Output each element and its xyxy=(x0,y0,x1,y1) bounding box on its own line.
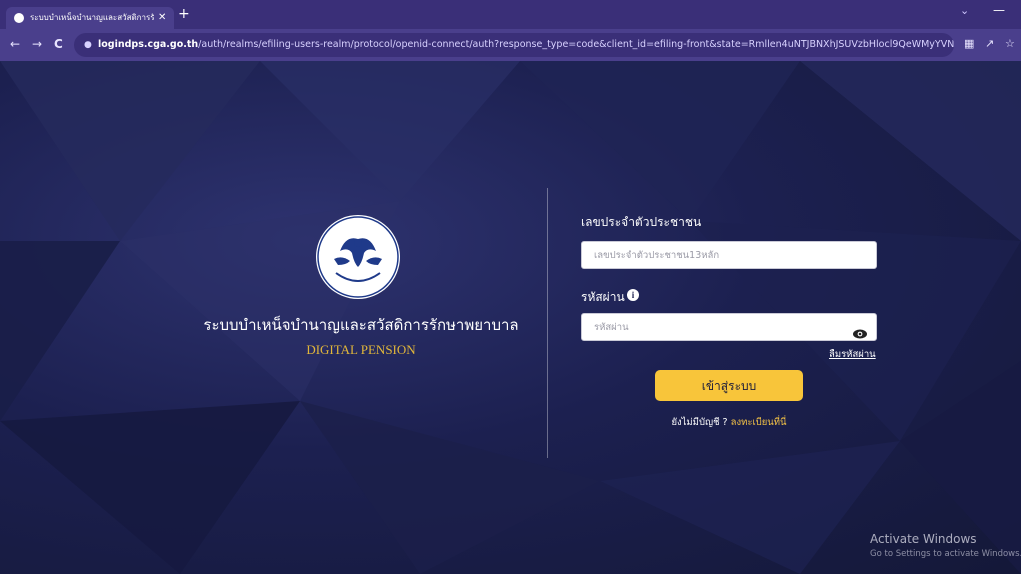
bookmark-star-icon[interactable]: ☆ xyxy=(1005,37,1015,50)
tab-title: ระบบบำเหน็จบำนาญและสวัสดิการรักษ xyxy=(30,13,154,22)
system-title: ระบบบำเหน็จบำนาญและสวัสดิการรักษาพยาบาล xyxy=(203,316,519,334)
no-account-text: ยังไม่มีบัญชี ? xyxy=(671,417,728,428)
info-icon[interactable]: i xyxy=(627,289,639,301)
new-tab-button[interactable]: + xyxy=(178,6,190,22)
browser-address-bar: ← → C ● logindps.cga.go.th/auth/realms/e… xyxy=(0,29,1021,61)
browser-tab[interactable]: ระบบบำเหน็จบำนาญและสวัสดิการรักษ ✕ xyxy=(6,7,174,29)
show-password-eye-icon[interactable] xyxy=(853,329,867,339)
login-page: ระบบบำเหน็จบำนาญและสวัสดิการรักษาพยาบาล … xyxy=(0,61,1021,574)
forward-icon[interactable]: → xyxy=(32,37,42,51)
password-input[interactable] xyxy=(581,313,877,341)
url-field[interactable]: ● logindps.cga.go.th/auth/realms/efiling… xyxy=(74,33,954,57)
password-label: รหัสผ่าน xyxy=(581,290,625,304)
tab-close-icon[interactable]: ✕ xyxy=(158,7,166,29)
national-id-label: เลขประจำตัวประชาชน xyxy=(581,215,702,229)
register-link[interactable]: ลงทะเบียนที่นี่ xyxy=(731,417,787,428)
national-id-input[interactable] xyxy=(581,241,877,269)
register-row: ยังไม่มีบัญชี ? ลงทะเบียนที่นี่ xyxy=(598,415,860,430)
share-icon[interactable]: ↗ xyxy=(985,37,994,50)
login-button[interactable]: เข้าสู่ระบบ xyxy=(655,370,803,401)
browser-tab-bar: ระบบบำเหน็จบำนาญและสวัสดิการรักษ ✕ + ⌄ — xyxy=(0,0,1021,29)
url-path: /auth/realms/efiling-users-realm/protoco… xyxy=(198,39,954,50)
garuda-emblem-logo xyxy=(316,215,400,299)
forgot-password-link[interactable]: ลืมรหัสผ่าน xyxy=(829,347,876,362)
site-favicon-icon xyxy=(14,13,24,23)
translate-icon[interactable]: ▦ xyxy=(964,37,974,50)
windows-activation-subtitle: Go to Settings to activate Windows. xyxy=(870,549,1021,559)
url-host: logindps.cga.go.th xyxy=(98,39,199,50)
back-icon[interactable]: ← xyxy=(10,37,20,51)
reload-icon[interactable]: C xyxy=(54,37,63,51)
vertical-divider xyxy=(547,188,548,458)
minimize-button[interactable]: — xyxy=(993,3,1005,17)
tab-search-chevron-icon[interactable]: ⌄ xyxy=(960,4,969,17)
lock-icon: ● xyxy=(84,40,92,50)
system-subtitle: DIGITAL PENSION xyxy=(306,342,416,357)
windows-activation-title: Activate Windows xyxy=(870,532,977,546)
